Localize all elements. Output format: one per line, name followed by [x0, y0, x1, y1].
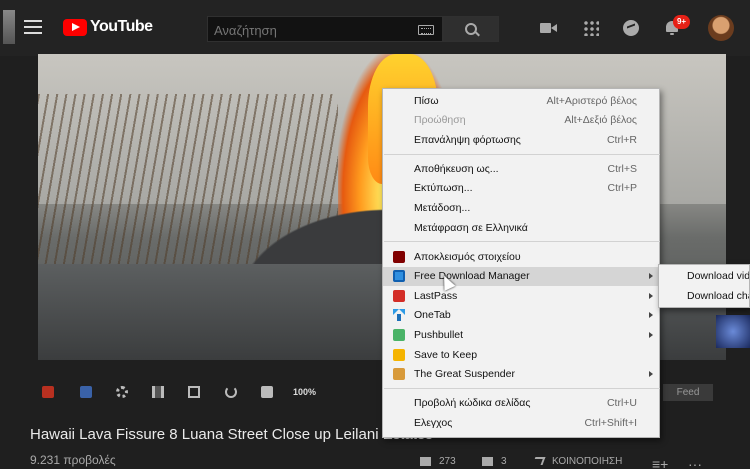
menu-item-free-download-manager[interactable]: Free Download Manager [383, 267, 659, 286]
thumbs-down-icon [482, 456, 493, 466]
menu-item-label: LastPass [414, 290, 458, 302]
submenu-item-label: Download video [687, 270, 750, 282]
menu-item-shortcut: Ctrl+U [606, 397, 637, 409]
camera-icon[interactable] [261, 386, 273, 398]
search-button[interactable] [443, 16, 499, 42]
pushbullet-icon [393, 329, 405, 341]
share-label: ΚΟΙΝΟΠΟΙΗΣΗ [552, 456, 623, 467]
search-input[interactable] [214, 21, 404, 39]
dislike-button[interactable]: 3 [482, 456, 507, 467]
menu-item-label: Προβολή κώδικα σελίδας [414, 397, 531, 409]
menu-separator [384, 241, 660, 242]
menu-item-save-to-keep[interactable]: Save to Keep [383, 346, 659, 365]
menu-item-view-source[interactable]: Προβολή κώδικα σελίδας Ctrl+U [383, 394, 659, 413]
submenu-item-download-video[interactable]: Download video [659, 267, 750, 286]
like-count: 273 [439, 456, 456, 467]
menu-item-label: Πίσω [414, 95, 439, 107]
menu-item-label: Προώθηση [414, 114, 466, 126]
onetab-icon [393, 309, 405, 321]
menu-icon[interactable] [24, 20, 42, 34]
lastpass-icon [393, 290, 405, 302]
ublock-icon [393, 251, 405, 263]
window-edge [3, 10, 15, 44]
youtube-play-icon [63, 18, 87, 36]
save-to-keep-icon [393, 349, 405, 361]
thumbs-up-icon [420, 456, 431, 466]
fdm-icon [393, 270, 405, 282]
submenu-arrow-icon [649, 293, 653, 299]
fdm-submenu: Download video Download channel [658, 264, 750, 308]
menu-item-shortcut: Ctrl+P [607, 182, 637, 194]
view-count: 9.231 προβολές [30, 453, 116, 467]
extension-red-icon[interactable] [42, 386, 54, 398]
loop-icon[interactable] [225, 386, 237, 398]
menu-item-save-as[interactable]: Αποθήκευση ως... Ctrl+S [383, 160, 659, 179]
menu-item-pushbullet[interactable]: Pushbullet [383, 326, 659, 345]
submenu-arrow-icon [649, 371, 653, 377]
menu-item-back[interactable]: Πίσω Alt+Αριστερό βέλος [383, 92, 659, 111]
submenu-arrow-icon [649, 273, 653, 279]
menu-item-label: Επανάληψη φόρτωσης [414, 134, 521, 146]
settings-gear-icon[interactable] [116, 386, 128, 398]
menu-item-shortcut: Alt+Δεξιό βέλος [564, 114, 637, 126]
menu-item-shortcut: Ctrl+R [606, 134, 637, 146]
youtube-logo[interactable]: YouTube [63, 18, 153, 36]
menu-item-shortcut: Ctrl+S [607, 163, 637, 175]
menu-item-label: Save to Keep [414, 349, 478, 361]
messages-icon[interactable] [623, 20, 639, 36]
feed-button[interactable]: Feed [663, 384, 713, 401]
upload-video-icon[interactable] [540, 20, 558, 36]
submenu-arrow-icon [649, 312, 653, 318]
menu-item-forward: Προώθηση Alt+Δεξιό βέλος [383, 111, 659, 130]
screenshot-icon[interactable] [188, 386, 200, 398]
menu-item-label: Ελεγχος [414, 417, 453, 429]
menu-item-shortcut: Ctrl+Shift+I [584, 417, 637, 429]
like-button[interactable]: 273 [420, 456, 456, 467]
extension-blue-icon[interactable] [80, 386, 92, 398]
add-to-playlist-icon[interactable]: ≡+ [652, 456, 668, 469]
side-thumbnail[interactable] [716, 315, 750, 348]
submenu-item-label: Download channel [687, 290, 749, 302]
video-title: Hawaii Lava Fissure 8 Luana Street Close… [30, 426, 433, 443]
avatar[interactable] [708, 15, 734, 41]
film-icon[interactable] [152, 386, 164, 398]
share-button[interactable]: ΚΟΙΝΟΠΟΙΗΣΗ [532, 456, 623, 467]
menu-item-label: Μετάδοση... [414, 202, 471, 214]
search-box [207, 16, 443, 42]
submenu-item-download-channel[interactable]: Download channel [659, 287, 749, 306]
dislike-count: 3 [501, 456, 507, 467]
logo-text: YouTube [90, 18, 153, 35]
notification-badge: 9+ [673, 15, 690, 29]
apps-grid-icon[interactable] [583, 20, 599, 36]
share-icon [532, 457, 546, 466]
menu-item-great-suspender[interactable]: The Great Suspender [383, 365, 659, 384]
great-suspender-icon [393, 368, 405, 380]
menu-item-onetab[interactable]: OneTab [383, 306, 659, 325]
menu-item-reload[interactable]: Επανάληψη φόρτωσης Ctrl+R [383, 131, 659, 150]
zoom-level[interactable]: 100% [293, 387, 316, 397]
menu-item-cast[interactable]: Μετάδοση... [383, 199, 659, 218]
menu-item-label: OneTab [414, 309, 451, 321]
menu-item-block-element[interactable]: Αποκλεισμός στοιχείου [383, 248, 659, 267]
menu-item-lastpass[interactable]: LastPass [383, 287, 659, 306]
menu-item-translate[interactable]: Μετάφραση σε Ελληνικά [383, 219, 659, 238]
menu-item-inspect[interactable]: Ελεγχος Ctrl+Shift+I [383, 414, 659, 433]
context-menu: Πίσω Alt+Αριστερό βέλος Προώθηση Alt+Δεξ… [382, 88, 660, 438]
menu-item-label: Αποθήκευση ως... [414, 163, 499, 175]
more-actions-icon[interactable]: ··· [688, 456, 702, 469]
menu-item-label: The Great Suspender [414, 368, 515, 380]
menu-item-label: Εκτύπωση... [414, 182, 473, 194]
top-bar: YouTube 9+ [0, 0, 750, 56]
menu-item-label: Free Download Manager [414, 270, 530, 282]
menu-item-shortcut: Alt+Αριστερό βέλος [546, 95, 637, 107]
menu-item-label: Αποκλεισμός στοιχείου [414, 251, 521, 263]
keyboard-icon[interactable] [418, 25, 434, 35]
menu-separator [384, 154, 660, 155]
menu-separator [384, 388, 660, 389]
menu-item-label: Pushbullet [414, 329, 464, 341]
menu-item-print[interactable]: Εκτύπωση... Ctrl+P [383, 179, 659, 198]
submenu-arrow-icon [649, 332, 653, 338]
menu-item-label: Μετάφραση σε Ελληνικά [414, 222, 528, 234]
